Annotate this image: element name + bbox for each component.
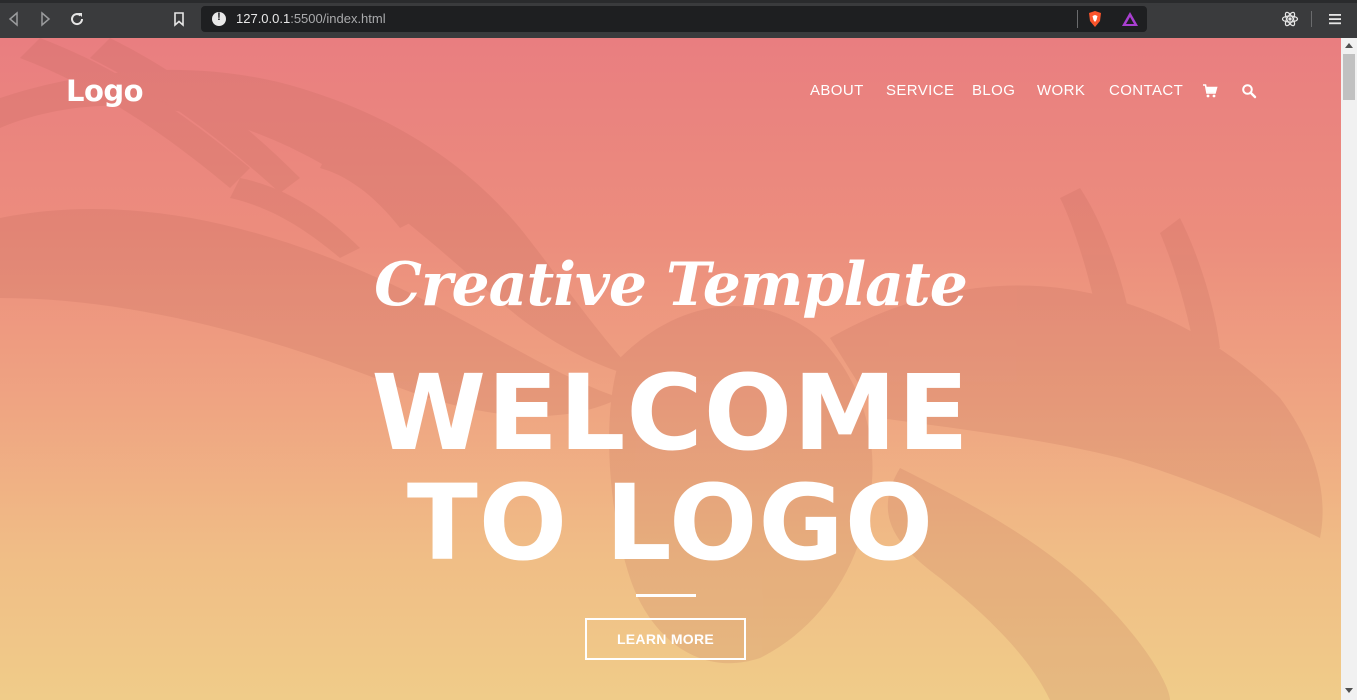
tab-strip-edge <box>0 0 1357 3</box>
toolbar-divider <box>1311 11 1312 27</box>
cart-icon[interactable] <box>1202 83 1218 99</box>
react-devtools-icon[interactable] <box>1281 10 1299 28</box>
url-path: :5500/index.html <box>290 11 386 26</box>
hero-script-title: Creative Template <box>374 250 968 320</box>
url-host: 127.0.0.1 <box>236 11 291 26</box>
hero-headline-line2: TO LOGO <box>406 462 935 584</box>
nav-work[interactable]: WORK <box>1037 82 1085 99</box>
hero-section: Logo ABOUT SERVICE BLOG WORK CONTACT Cre… <box>0 38 1341 700</box>
scroll-up-icon[interactable] <box>1345 43 1353 48</box>
url-text[interactable]: 127.0.0.1:5500/index.html <box>236 11 386 26</box>
info-icon[interactable] <box>212 11 226 26</box>
nav-blog[interactable]: BLOG <box>972 82 1015 99</box>
hero-divider <box>636 594 696 597</box>
nav-about[interactable]: ABOUT <box>810 82 864 99</box>
search-icon[interactable] <box>1241 83 1257 99</box>
reload-icon[interactable] <box>67 9 87 29</box>
hero-headline-line1: WELCOME <box>371 352 970 474</box>
site-logo[interactable]: Logo <box>66 74 144 108</box>
scroll-thumb[interactable] <box>1343 54 1355 100</box>
brave-shields-icon[interactable] <box>1087 10 1103 28</box>
nav-contact[interactable]: CONTACT <box>1109 82 1183 99</box>
menu-icon[interactable] <box>1326 10 1344 28</box>
address-divider <box>1077 10 1078 28</box>
scroll-down-icon[interactable] <box>1345 688 1353 693</box>
nav-service[interactable]: SERVICE <box>886 82 954 99</box>
browser-toolbar: 127.0.0.1:5500/index.html <box>0 0 1357 38</box>
forward-icon[interactable] <box>35 9 55 29</box>
address-bar[interactable]: 127.0.0.1:5500/index.html <box>201 6 1147 32</box>
back-icon[interactable] <box>4 9 24 29</box>
brave-rewards-icon[interactable] <box>1121 11 1139 27</box>
page-scrollbar[interactable] <box>1341 38 1357 700</box>
learn-more-button[interactable]: LEARN MORE <box>585 618 746 660</box>
bookmark-icon[interactable] <box>169 9 189 29</box>
